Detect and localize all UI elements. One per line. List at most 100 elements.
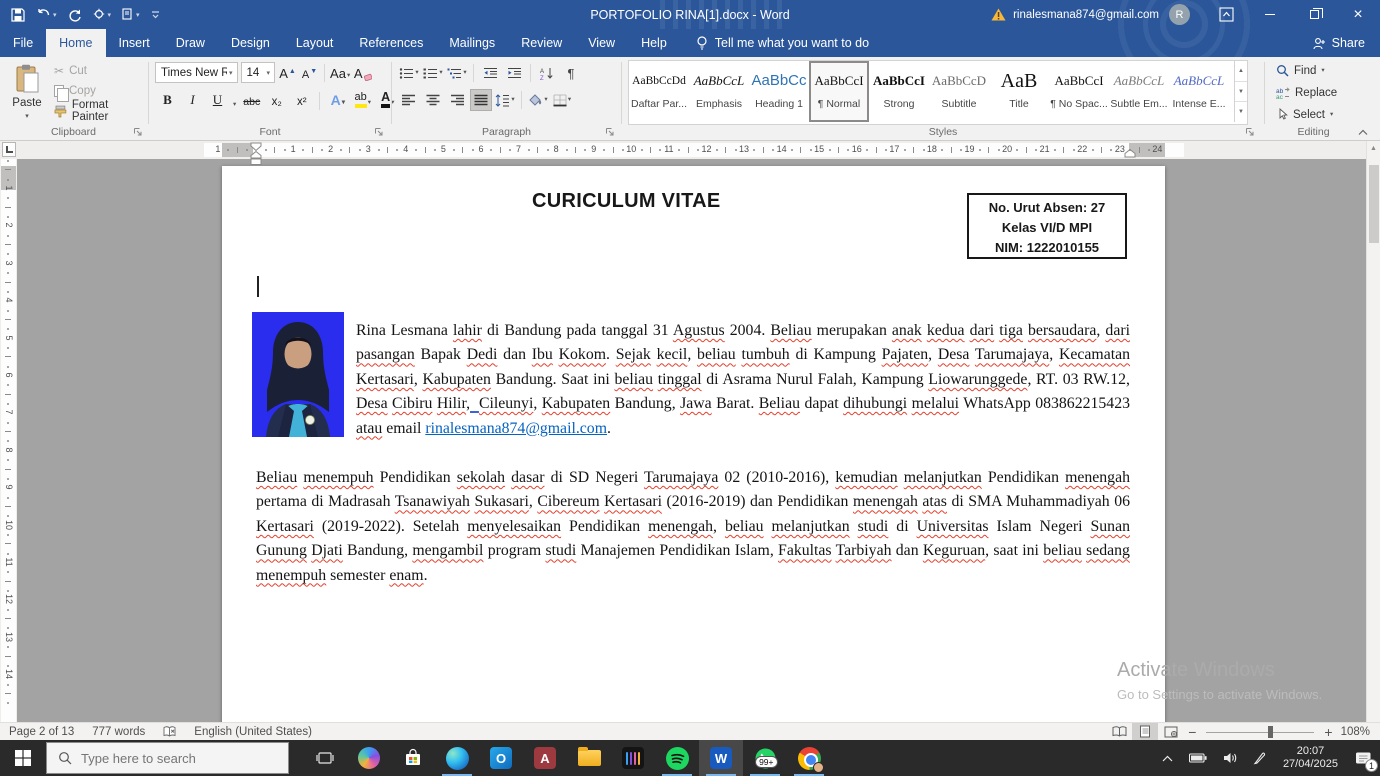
tab-design[interactable]: Design	[218, 29, 283, 57]
tab-references[interactable]: References	[346, 29, 436, 57]
tray-expand-icon[interactable]	[1154, 740, 1181, 776]
undo-caret-icon[interactable]: ▾	[53, 11, 57, 19]
style-item-intense-e-[interactable]: AaBbCcLIntense E...	[1169, 61, 1229, 122]
v-ruler-band[interactable]: 1234567891011121314	[1, 159, 16, 722]
document-page[interactable]: CURICULUM VITAE No. Urut Absen: 27 Kelas…	[222, 166, 1165, 722]
store-button[interactable]	[391, 740, 435, 776]
email-link[interactable]: rinalesmana874@gmail.com	[425, 420, 607, 437]
read-mode-button[interactable]	[1106, 723, 1132, 741]
tab-help[interactable]: Help	[628, 29, 680, 57]
styles-scroll-up-icon[interactable]: ▲	[1235, 61, 1247, 82]
find-button[interactable]: Find ▾	[1276, 62, 1337, 79]
paragraph-dialog-launcher-icon[interactable]	[605, 127, 615, 137]
format-painter-button[interactable]: Format Painter	[54, 103, 147, 119]
tab-layout[interactable]: Layout	[283, 29, 347, 57]
subscript-button[interactable]: x₂	[267, 89, 286, 110]
tab-draw[interactable]: Draw	[163, 29, 218, 57]
print-layout-button[interactable]	[1132, 723, 1158, 741]
battery-icon[interactable]	[1181, 740, 1215, 776]
line-spacing-button[interactable]: ▾	[495, 90, 515, 110]
justify-button[interactable]	[471, 90, 491, 110]
numbering-button[interactable]: ▾	[423, 63, 443, 83]
close-button[interactable]: ×	[1336, 0, 1380, 29]
search-input[interactable]	[81, 751, 261, 766]
style-item-strong[interactable]: AaBbCcIStrong	[869, 61, 929, 122]
change-case-button[interactable]: Aa▾	[330, 62, 350, 83]
font-name-input[interactable]	[161, 67, 227, 79]
increase-indent-button[interactable]	[504, 63, 524, 83]
show-hide-marks-button[interactable]: ¶	[561, 63, 581, 83]
style-item-heading-1[interactable]: AaBbCcHeading 1	[749, 61, 809, 122]
paste-button[interactable]: Paste ▾	[4, 59, 50, 125]
spotify-button[interactable]	[655, 740, 699, 776]
language-indicator[interactable]: English (United States)	[185, 723, 321, 741]
align-right-button[interactable]	[447, 90, 467, 110]
copilot-button[interactable]	[347, 740, 391, 776]
action-center-button[interactable]: 1	[1347, 740, 1380, 776]
style-item-emphasis[interactable]: AaBbCcLEmphasis	[689, 61, 749, 122]
shrink-font-button[interactable]: A▼	[300, 62, 319, 83]
share-button[interactable]: Share	[1313, 29, 1380, 57]
clock[interactable]: 20:07 27/04/2025	[1274, 745, 1347, 771]
borders-button[interactable]: ▾	[552, 90, 572, 110]
outlook-button[interactable]: O	[479, 740, 523, 776]
zoom-slider-thumb[interactable]	[1268, 726, 1273, 738]
font-size-combo[interactable]: ▾	[241, 62, 276, 83]
superscript-button[interactable]: x²	[292, 89, 311, 110]
customize-qat-icon[interactable]: ▾	[122, 8, 140, 21]
redo-icon[interactable]	[68, 8, 82, 22]
tell-me-box[interactable]: Tell me what you want to do	[696, 29, 869, 57]
tab-insert[interactable]: Insert	[106, 29, 163, 57]
multilevel-list-button[interactable]: ▾	[447, 63, 467, 83]
minimize-button[interactable]	[1248, 0, 1292, 29]
tab-file[interactable]: File	[0, 29, 46, 57]
whatsapp-button[interactable]: 99+	[743, 740, 787, 776]
windows-ink-icon[interactable]	[1245, 740, 1274, 776]
collapse-ribbon-icon[interactable]	[1358, 129, 1368, 136]
underline-button[interactable]: U	[208, 89, 227, 110]
grow-font-button[interactable]: A▲	[278, 62, 297, 83]
word-count[interactable]: 777 words	[83, 723, 154, 741]
tab-mailings[interactable]: Mailings	[436, 29, 508, 57]
indent-markers[interactable]	[250, 142, 262, 166]
undo-icon[interactable]: ▾	[36, 8, 57, 21]
zoom-in-icon[interactable]: +	[1320, 724, 1336, 740]
align-center-button[interactable]	[423, 90, 443, 110]
restore-button[interactable]	[1292, 0, 1336, 29]
cut-button[interactable]: ✂ Cut	[54, 63, 147, 79]
qat-caret-icon[interactable]: ▾	[136, 11, 140, 19]
scrollbar-thumb[interactable]	[1369, 165, 1379, 243]
save-icon[interactable]	[11, 8, 25, 22]
tab-review[interactable]: Review	[508, 29, 575, 57]
touch-mode-caret-icon[interactable]: ▾	[108, 11, 112, 19]
styles-dialog-launcher-icon[interactable]	[1245, 127, 1255, 137]
sync-warning-icon[interactable]	[991, 8, 1006, 21]
text-effects-button[interactable]: A▾	[328, 89, 347, 110]
file-explorer-button[interactable]	[567, 740, 611, 776]
copy-button[interactable]: Copy	[54, 83, 147, 99]
account-email[interactable]: rinalesmana874@gmail.com	[1013, 9, 1159, 21]
chrome-button[interactable]	[787, 740, 831, 776]
style-item--normal[interactable]: AaBbCcI¶ Normal	[809, 61, 869, 122]
bold-button[interactable]: B	[158, 89, 177, 110]
font-name-combo[interactable]: ▾	[155, 62, 238, 83]
styles-scroll-down-icon[interactable]: ▼	[1235, 82, 1247, 103]
shading-button[interactable]: ▾	[528, 90, 548, 110]
style-item-title[interactable]: AaBTitle	[989, 61, 1049, 122]
style-item-daftar-par-[interactable]: AaBbCcDdDaftar Par...	[629, 61, 689, 122]
proofing-status-icon[interactable]	[154, 723, 185, 741]
bullets-button[interactable]: ▾	[399, 63, 419, 83]
italic-button[interactable]: I	[183, 89, 202, 110]
highlight-button[interactable]: ab▾	[353, 89, 372, 110]
start-button[interactable]	[0, 740, 46, 776]
decrease-indent-button[interactable]	[480, 63, 500, 83]
volume-icon[interactable]	[1215, 740, 1245, 776]
task-view-button[interactable]	[303, 740, 347, 776]
tab-home[interactable]: Home	[46, 29, 105, 57]
zoom-out-icon[interactable]: −	[1184, 724, 1200, 740]
edge-button[interactable]	[435, 740, 479, 776]
taskbar-search[interactable]	[46, 742, 289, 774]
align-left-button[interactable]	[399, 90, 419, 110]
ribbon-display-options-icon[interactable]	[1204, 0, 1248, 29]
font-name-caret-icon[interactable]: ▾	[227, 69, 235, 77]
